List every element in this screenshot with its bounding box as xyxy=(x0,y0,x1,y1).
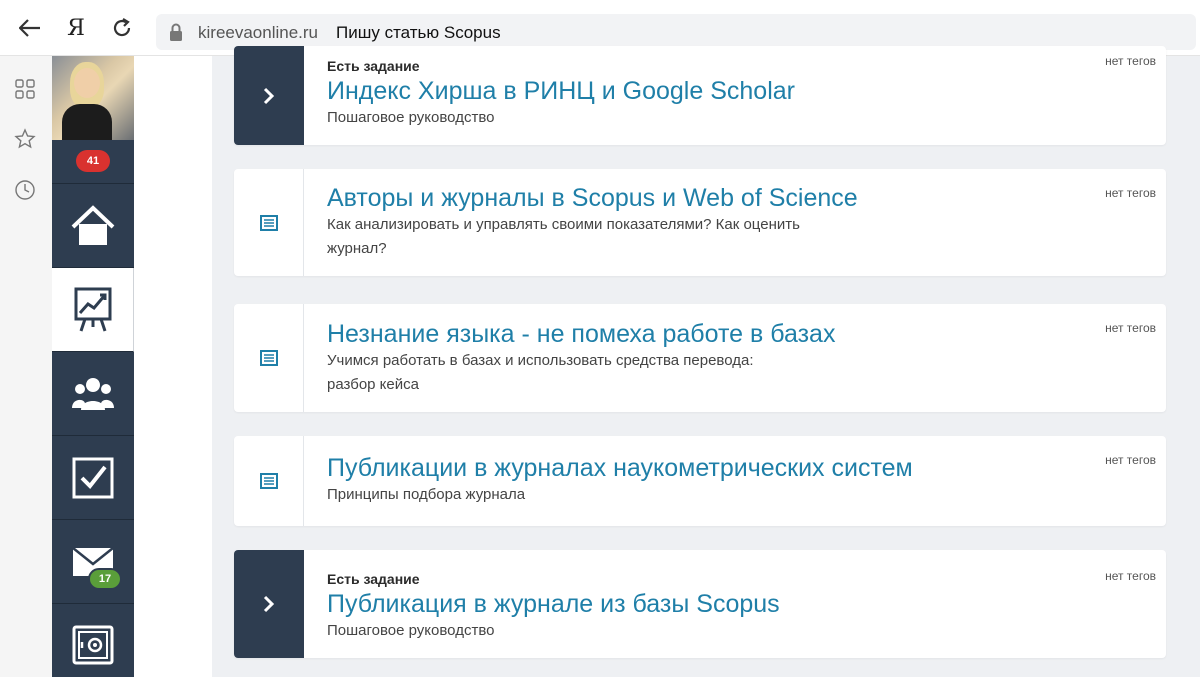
lesson-title[interactable]: Публикация в журнале из базы Scopus xyxy=(327,589,1086,619)
sidebar-item-users[interactable] xyxy=(52,352,134,436)
lesson-title[interactable]: Авторы и журналы в Scopus и Web of Scien… xyxy=(327,183,1086,213)
lesson-title[interactable]: Индекс Хирша в РИНЦ и Google Scholar xyxy=(327,76,1086,106)
chevron-right-icon xyxy=(263,595,275,613)
chevron-right-icon xyxy=(263,87,275,104)
browser-side-rail xyxy=(0,56,52,677)
lessons-list: Есть задание Индекс Хирша в РИНЦ и Googl… xyxy=(212,46,1200,677)
app-sidebar: 41 17 xyxy=(52,56,134,677)
lesson-card-task[interactable]: Есть задание Индекс Хирша в РИНЦ и Googl… xyxy=(234,46,1166,145)
lesson-description-line-1: Как анализировать и управлять своими пок… xyxy=(327,216,800,233)
lesson-description: Принципы подбора журнала xyxy=(327,486,526,503)
sidebar-item-messages[interactable]: 17 xyxy=(52,520,134,604)
lesson-card-side xyxy=(234,550,304,658)
lesson-description-line-1: Учимся работать в базах и использовать с… xyxy=(327,352,754,369)
lesson-card-side xyxy=(234,169,304,276)
safe-icon xyxy=(72,625,114,665)
lesson-card-side xyxy=(234,46,304,145)
tags-label: нет тегов xyxy=(1105,54,1156,68)
content-gutter xyxy=(134,56,212,677)
sidebar-item-settings[interactable] xyxy=(52,604,134,677)
document-list-icon xyxy=(259,214,278,231)
lesson-description-line-2: журнал? xyxy=(327,240,387,257)
tags-label: нет тегов xyxy=(1105,186,1156,200)
lesson-card-side xyxy=(234,304,304,412)
lesson-title[interactable]: Публикации в журналах наукометрических с… xyxy=(327,453,1086,483)
address-bar[interactable]: kireevaonline.ru Пишу статью Scopus xyxy=(156,14,1196,50)
reload-icon[interactable] xyxy=(108,14,136,42)
lesson-card-article[interactable]: Авторы и журналы в Scopus и Web of Scien… xyxy=(234,169,1166,276)
task-label: Есть задание xyxy=(327,58,420,74)
tags-label: нет тегов xyxy=(1105,453,1156,467)
users-icon xyxy=(72,377,114,410)
grid-icon[interactable] xyxy=(12,76,38,102)
lesson-card-article[interactable]: Публикации в журналах наукометрических с… xyxy=(234,436,1166,526)
lock-icon xyxy=(168,23,184,41)
sidebar-item-home[interactable] xyxy=(52,184,134,268)
avatar[interactable] xyxy=(52,56,134,140)
document-list-icon xyxy=(259,350,278,366)
lesson-description-line-2: разбор кейса xyxy=(327,376,419,393)
lesson-title[interactable]: Незнание языка - не помеха работе в база… xyxy=(327,319,1086,349)
star-icon[interactable] xyxy=(12,126,38,152)
sidebar-item-progress[interactable] xyxy=(52,268,134,352)
history-clock-icon[interactable] xyxy=(12,177,38,203)
lesson-description: Пошаговое руководство xyxy=(327,109,495,126)
lesson-description: Пошаговое руководство xyxy=(327,622,495,639)
notifications-bar[interactable]: 41 xyxy=(52,140,134,184)
tags-label: нет тегов xyxy=(1105,321,1156,335)
yandex-logo-icon[interactable]: Я xyxy=(62,14,90,42)
lesson-card-side xyxy=(234,436,304,526)
tags-label: нет тегов xyxy=(1105,569,1156,583)
sidebar-item-tasks[interactable] xyxy=(52,436,134,520)
lesson-card-article[interactable]: Незнание языка - не помеха работе в база… xyxy=(234,304,1166,412)
home-icon xyxy=(71,204,115,245)
back-arrow-icon[interactable] xyxy=(16,14,44,42)
chart-board-icon xyxy=(74,287,111,331)
address-domain: kireevaonline.ru xyxy=(198,23,319,42)
document-list-icon xyxy=(259,473,278,489)
task-label: Есть задание xyxy=(327,571,420,587)
checkbox-icon xyxy=(72,457,114,498)
lesson-card-task[interactable]: Есть задание Публикация в журнале из баз… xyxy=(234,550,1166,658)
messages-badge: 17 xyxy=(88,568,122,590)
notifications-badge: 41 xyxy=(76,150,110,172)
address-page-title: Пишу статью Scopus xyxy=(336,23,501,42)
